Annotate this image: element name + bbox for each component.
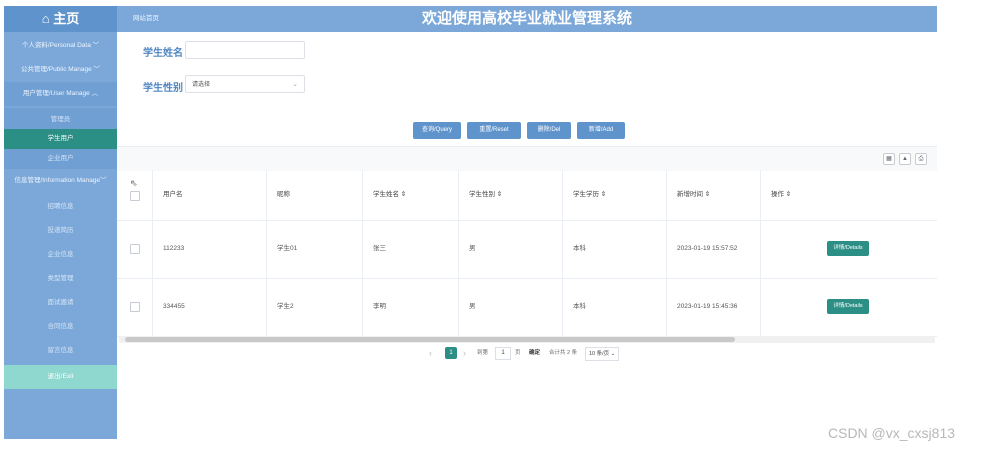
student-gender-label: 学生性别 <box>143 83 183 94</box>
header-student-gender[interactable]: 学生性别 ⇕ <box>459 170 563 220</box>
sidebar: ⌂ 主页 个人资料/Personal Data ﹀ 公共管理/Public Ma… <box>4 6 117 439</box>
cell-actions: 详情/Details <box>761 220 937 278</box>
cell-actions: 详情/Details <box>761 278 937 336</box>
cell-student-name: 李明 <box>363 278 459 336</box>
print-icon[interactable]: ⎙ <box>915 153 927 165</box>
header-student-education[interactable]: 学生学历 ⇕ <box>563 170 667 220</box>
sidebar-item-student-users[interactable]: 学生用户 <box>4 129 117 149</box>
header-select-cell: ⇖ <box>117 170 153 220</box>
table-header: ⇖ 用户名 昵称 学生姓名 ⇕ 学生性别 ⇕ 学生学历 ⇕ 新增时间 ⇕ 操作 … <box>117 170 937 221</box>
page-unit-label: 页 <box>515 350 521 356</box>
prev-page-icon[interactable]: ‹ <box>429 347 432 359</box>
cell-nickname: 学生01 <box>267 220 363 278</box>
sidebar-item-resume[interactable]: 投递简历 <box>4 219 117 243</box>
sidebar-item-company-users[interactable]: 企业用户 <box>4 149 117 169</box>
horizontal-scrollbar[interactable] <box>119 336 935 343</box>
home-link[interactable]: ⌂ 主页 <box>4 6 117 32</box>
sidebar-item-exit[interactable]: 退出/Exit <box>4 365 117 389</box>
cell-student-education: 本科 <box>563 278 667 336</box>
total-count: 合计共 2 条 <box>549 350 578 356</box>
header-actions[interactable]: 操作 ⇕ <box>761 170 937 220</box>
reset-button[interactable]: 重置/Reset <box>467 122 521 139</box>
cell-student-education: 本科 <box>563 220 667 278</box>
cell-student-gender: 男 <box>459 220 563 278</box>
chevron-down-icon: ⌄ <box>292 81 298 88</box>
cell-nickname: 学生2 <box>267 278 363 336</box>
row-select-cell <box>117 278 153 336</box>
cell-student-gender: 男 <box>459 278 563 336</box>
student-name-input[interactable] <box>185 41 305 59</box>
header-username: 用户名 <box>153 170 267 220</box>
table-row: 112233 学生01 张三 男 本科 2023-01-19 15:57:52 … <box>117 220 937 279</box>
export-icon[interactable]: ▲ <box>899 153 911 165</box>
sidebar-item-interview[interactable]: 面试邀请 <box>4 291 117 315</box>
main-content: 学生姓名 学生性别 请选择 ⌄ 查询/Query 重置/Reset 删除/Del… <box>117 32 937 439</box>
page-title: 欢迎使用高校毕业就业管理系统 <box>421 10 632 27</box>
add-button[interactable]: 新增/Add <box>577 122 625 139</box>
home-label: 主页 <box>53 11 80 26</box>
sidebar-item-personal-data[interactable]: 个人资料/Personal Data ﹀ <box>4 34 117 58</box>
header-bar: 网站首页 欢迎使用高校毕业就业管理系统 <box>117 6 937 32</box>
details-button[interactable]: 详情/Details <box>827 241 869 256</box>
cell-created-time: 2023-01-19 15:57:52 <box>667 220 761 278</box>
sidebar-item-type-manage[interactable]: 类型管理 <box>4 267 117 291</box>
header-nickname: 昵称 <box>267 170 363 220</box>
next-page-icon[interactable]: › <box>463 347 466 359</box>
cell-created-time: 2023-01-19 15:45:36 <box>667 278 761 336</box>
gender-placeholder: 请选择 <box>192 82 211 88</box>
row-select-cell <box>117 220 153 278</box>
sidebar-item-user-manage[interactable]: 用户管理/User Manage ︿ <box>4 82 117 106</box>
cell-username: 112233 <box>153 220 267 278</box>
scrollbar-thumb[interactable] <box>125 337 735 342</box>
goto-page-input[interactable]: 1 <box>495 347 511 360</box>
page-size-select[interactable]: 10 条/页 ⌄ <box>585 347 620 361</box>
query-button[interactable]: 查询/Query <box>413 122 461 139</box>
grid-icon[interactable]: ▦ <box>883 153 895 165</box>
cell-username: 334455 <box>153 278 267 336</box>
table-toolbar: ▦ ▲ ⎙ <box>117 146 937 171</box>
sidebar-item-contract[interactable]: 合同信息 <box>4 315 117 339</box>
student-name-label: 学生姓名 <box>143 48 183 59</box>
select-all-checkbox[interactable] <box>130 191 140 201</box>
cell-student-name: 张三 <box>363 220 459 278</box>
row-checkbox[interactable] <box>130 302 140 312</box>
header-created-time[interactable]: 新增时间 ⇕ <box>667 170 761 220</box>
sidebar-item-company-info[interactable]: 企业信息 <box>4 243 117 267</box>
page-number-current[interactable]: 1 <box>445 347 457 359</box>
home-icon: ⌂ <box>41 11 50 26</box>
header-student-name[interactable]: 学生姓名 ⇕ <box>363 170 459 220</box>
table-row: 334455 学生2 李明 男 本科 2023-01-19 15:45:36 详… <box>117 278 937 337</box>
row-checkbox[interactable] <box>130 244 140 254</box>
delete-button[interactable]: 删除/Del <box>527 122 571 139</box>
sidebar-item-message[interactable]: 留言信息 <box>4 339 117 363</box>
sidebar-item-public-manage[interactable]: 公共管理/Public Manage ﹀ <box>4 58 117 82</box>
sidebar-item-information-manage[interactable]: 信息管理/Information Manage﹀ <box>4 169 117 193</box>
student-gender-select[interactable]: 请选择 ⌄ <box>185 75 305 93</box>
details-button[interactable]: 详情/Details <box>827 299 869 314</box>
goto-confirm-button[interactable]: 确定 <box>529 347 540 359</box>
watermark: CSDN @vx_cxsj813 <box>828 425 956 441</box>
sidebar-item-recruitment[interactable]: 招聘信息 <box>4 195 117 219</box>
goto-label: 到第 <box>477 350 489 356</box>
